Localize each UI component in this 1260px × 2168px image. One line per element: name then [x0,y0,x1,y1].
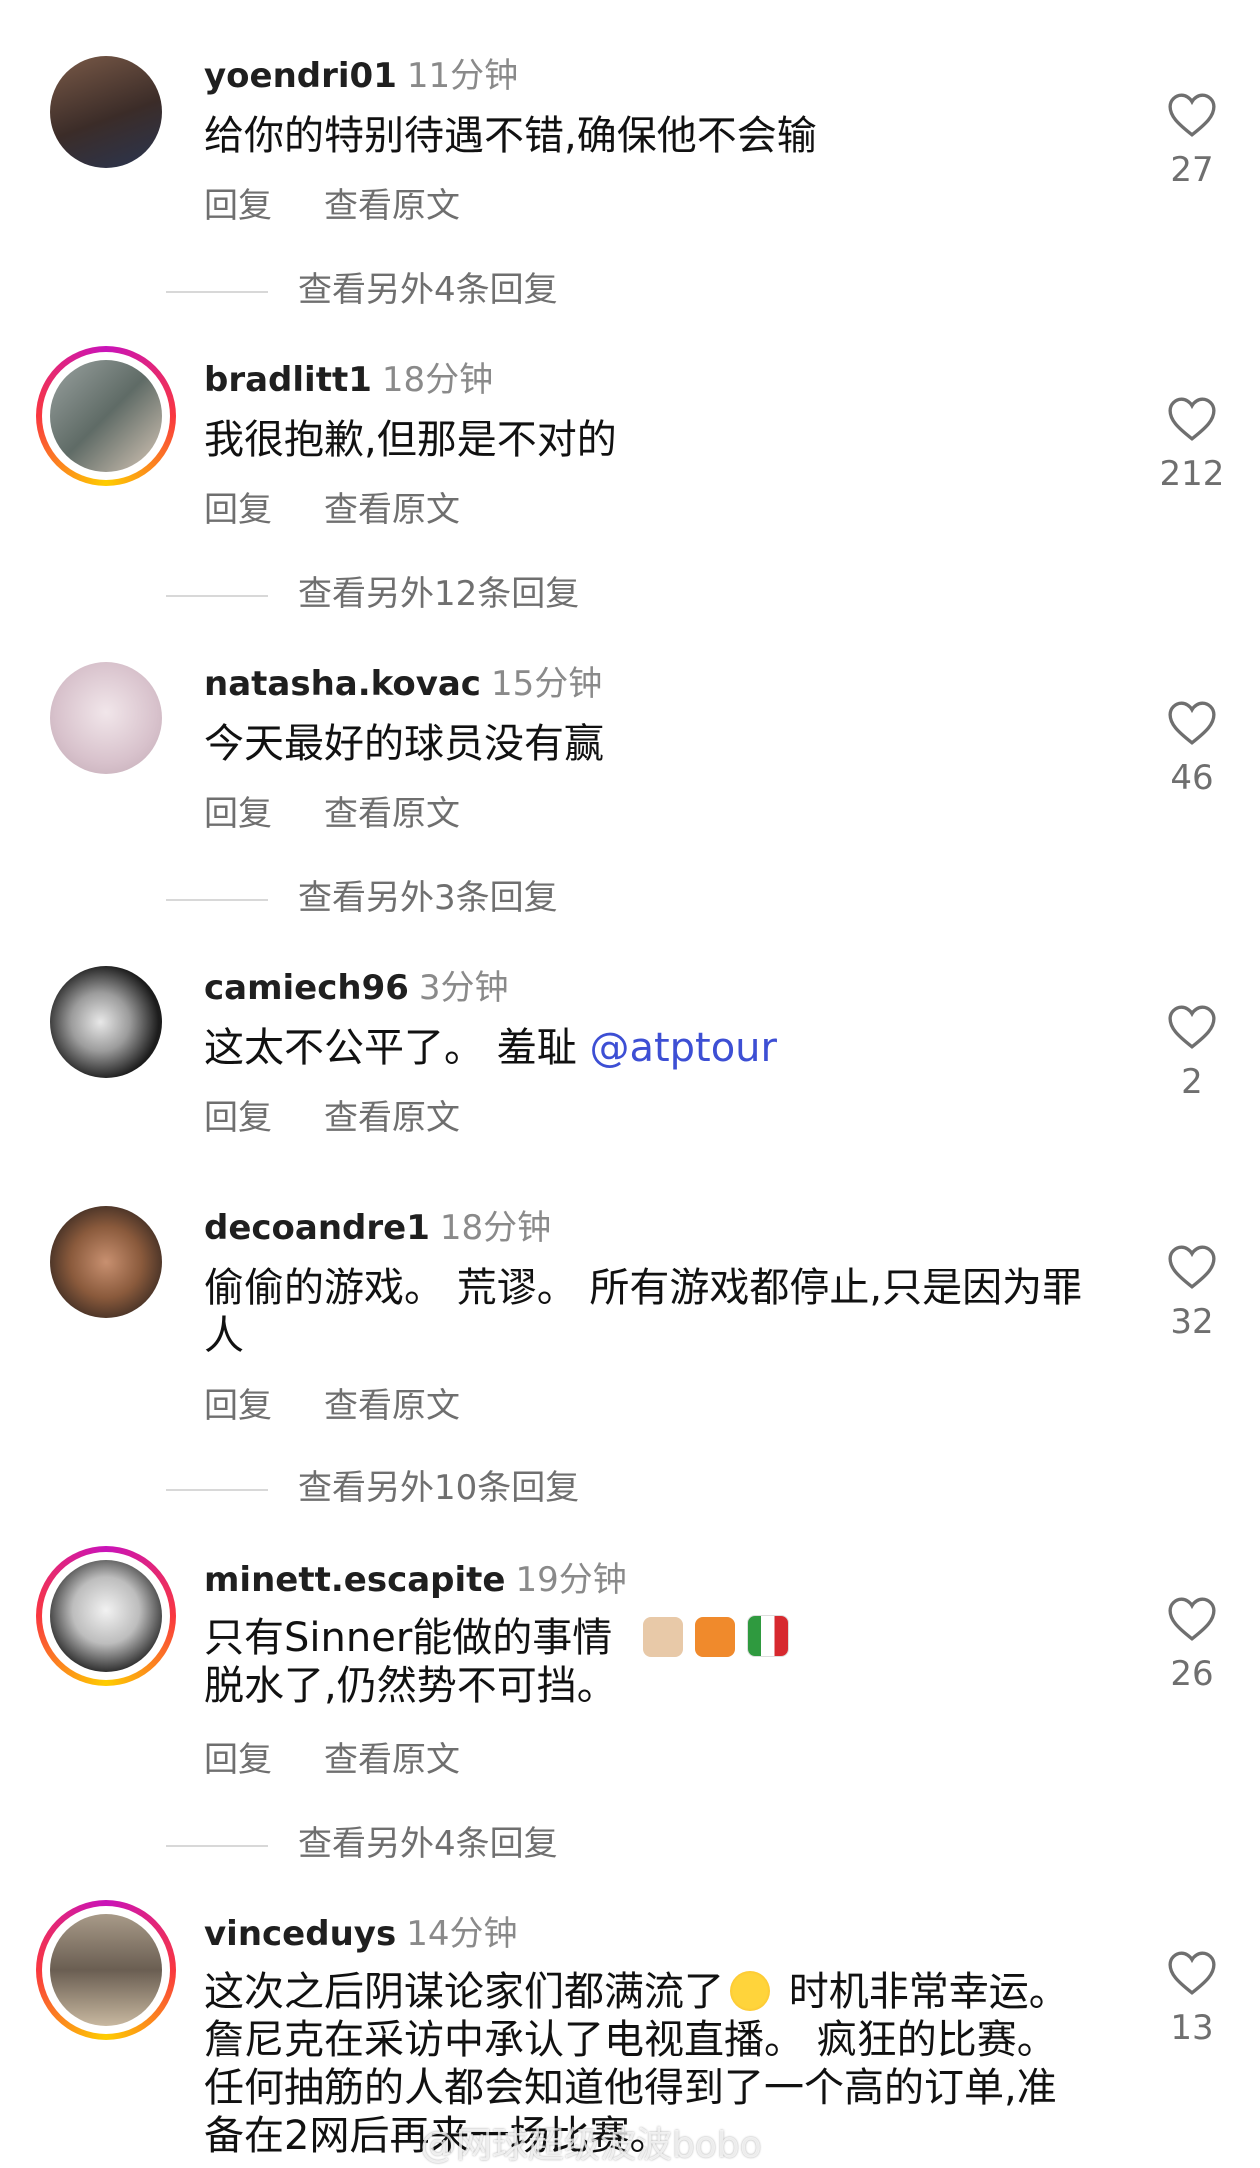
heart-icon [1168,701,1216,745]
comment-text: 偷偷的游戏。 荒谬。 所有游戏都停止,只是因为罪人 [204,1265,1083,1359]
timestamp: 14分钟 [406,1914,518,1954]
laughing-tears-emoji [730,1971,770,2011]
timestamp: 18分钟 [381,360,494,400]
reply-button[interactable]: 回复 [204,1740,272,1780]
see-original-button[interactable]: 查看原文 [324,186,460,226]
like-count: 13 [1170,2008,1214,2048]
heart-icon [1168,1245,1216,1289]
heart-icon [1168,93,1216,137]
username[interactable]: bradlitt1 [204,360,372,400]
view-more-replies-label: 查看另外10条回复 [298,1468,580,1508]
comment-text: 这太不公平了。 羞耻 @atptour [204,1025,777,1071]
view-more-replies-label: 查看另外12条回复 [298,574,580,614]
reply-button[interactable]: 回复 [204,794,272,834]
avatar[interactable] [50,56,162,168]
rock-hand-emoji [642,1617,683,1657]
timestamp: 18分钟 [439,1208,552,1248]
watermark: @网球超级波波bobo [420,2125,762,2166]
username[interactable]: yoendri01 [204,56,397,96]
comment-text: 给你的特别待遇不错,确保他不会输 [204,113,817,159]
fox-emoji [694,1617,735,1657]
reply-button[interactable]: 回复 [204,1098,272,1138]
like-count: 27 [1170,150,1214,190]
view-more-replies[interactable]: 查看另外10条回复 [166,1460,579,1509]
see-original-button[interactable]: 查看原文 [324,1740,460,1780]
username[interactable]: camiech96 [204,968,409,1008]
heart-icon [1168,1597,1216,1641]
timestamp: 11分钟 [406,56,519,96]
like-count: 212 [1159,454,1225,494]
avatar[interactable] [50,1560,162,1672]
view-more-replies-label: 查看另外4条回复 [298,270,558,310]
heart-icon [1168,397,1216,441]
heart-icon [1168,1005,1216,1049]
reply-button[interactable]: 回复 [204,1386,272,1426]
like-button[interactable]: 26 [1152,1596,1232,1694]
divider [166,1844,268,1847]
view-more-replies[interactable]: 查看另外12条回复 [166,566,579,615]
like-count: 46 [1170,758,1214,798]
like-count: 2 [1181,1062,1203,1102]
like-count: 26 [1170,1654,1214,1694]
avatar[interactable] [50,966,162,1078]
like-button[interactable]: 212 [1152,396,1232,494]
comment-text: 今天最好的球员没有赢 [204,721,604,767]
avatar[interactable] [50,1914,162,2026]
username[interactable]: vinceduys [204,1914,396,1954]
divider [166,1488,268,1491]
reply-button[interactable]: 回复 [204,490,272,530]
see-original-button[interactable]: 查看原文 [324,794,460,834]
reply-button[interactable]: 回复 [204,186,272,226]
username[interactable]: minett.escapite [204,1560,505,1600]
avatar[interactable] [50,1206,162,1318]
mention-link[interactable]: @atptour [589,1025,777,1071]
timestamp: 19分钟 [515,1560,627,1600]
like-button[interactable]: 13 [1152,1950,1232,2048]
like-button[interactable]: 46 [1152,700,1232,798]
like-button[interactable]: 2 [1152,1004,1232,1102]
divider [166,290,268,293]
timestamp: 15分钟 [490,664,603,704]
username[interactable]: decoandre1 [204,1208,430,1248]
avatar[interactable] [50,360,162,472]
view-more-replies-label: 查看另外4条回复 [298,1824,558,1864]
see-original-button[interactable]: 查看原文 [324,490,460,530]
comment-text: 只有Sinner能做的事情 脱水了,仍然势不可挡。 [204,1614,1084,1710]
avatar[interactable] [50,662,162,774]
see-original-button[interactable]: 查看原文 [324,1098,460,1138]
italy-flag-emoji [746,1615,789,1657]
divider [166,898,268,901]
view-more-replies[interactable]: 查看另外4条回复 [166,1816,558,1865]
see-original-button[interactable]: 查看原文 [324,1386,460,1426]
timestamp: 3分钟 [418,968,509,1008]
like-button[interactable]: 32 [1152,1244,1232,1342]
heart-icon [1168,1951,1216,1995]
username[interactable]: natasha.kovac [204,664,481,704]
divider [166,594,268,597]
comment-text: 我很抱歉,但那是不对的 [204,417,617,463]
view-more-replies[interactable]: 查看另外4条回复 [166,262,558,311]
view-more-replies-label: 查看另外3条回复 [298,878,558,918]
like-count: 32 [1170,1302,1214,1342]
view-more-replies[interactable]: 查看另外3条回复 [166,870,558,919]
like-button[interactable]: 27 [1152,92,1232,190]
